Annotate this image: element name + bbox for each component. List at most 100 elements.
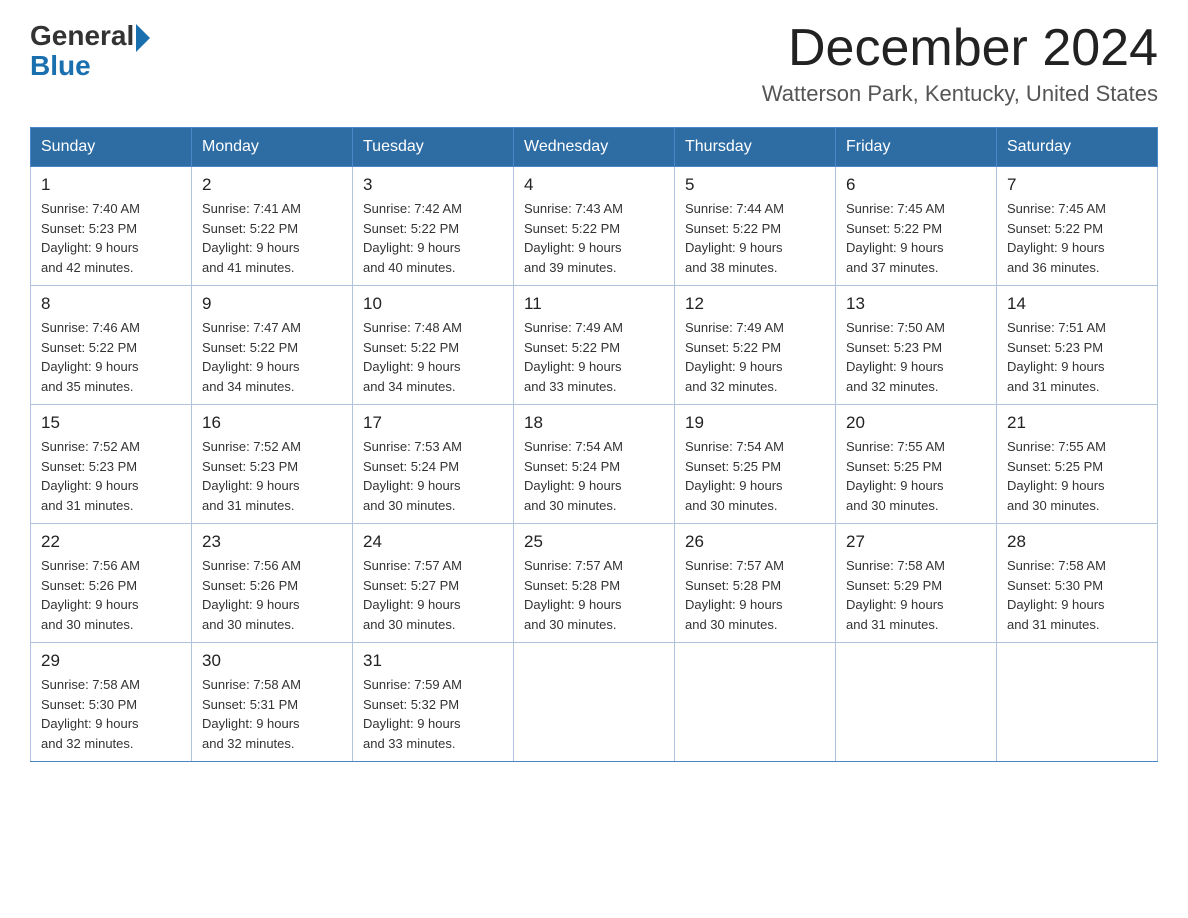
day-info: Sunrise: 7:45 AM Sunset: 5:22 PM Dayligh…: [846, 199, 986, 277]
day-info: Sunrise: 7:40 AM Sunset: 5:23 PM Dayligh…: [41, 199, 181, 277]
day-header-monday: Monday: [192, 128, 353, 167]
logo-general-text: General: [30, 20, 134, 52]
day-info: Sunrise: 7:58 AM Sunset: 5:31 PM Dayligh…: [202, 675, 342, 753]
calendar-cell: 17 Sunrise: 7:53 AM Sunset: 5:24 PM Dayl…: [353, 405, 514, 524]
week-row-1: 1 Sunrise: 7:40 AM Sunset: 5:23 PM Dayli…: [31, 167, 1158, 286]
logo-blue-text: Blue: [30, 50, 91, 82]
week-row-4: 22 Sunrise: 7:56 AM Sunset: 5:26 PM Dayl…: [31, 524, 1158, 643]
day-header-wednesday: Wednesday: [514, 128, 675, 167]
calendar-cell: 14 Sunrise: 7:51 AM Sunset: 5:23 PM Dayl…: [997, 286, 1158, 405]
day-number: 16: [202, 413, 342, 433]
day-info: Sunrise: 7:48 AM Sunset: 5:22 PM Dayligh…: [363, 318, 503, 396]
day-header-tuesday: Tuesday: [353, 128, 514, 167]
calendar-cell: 27 Sunrise: 7:58 AM Sunset: 5:29 PM Dayl…: [836, 524, 997, 643]
calendar-cell: 4 Sunrise: 7:43 AM Sunset: 5:22 PM Dayli…: [514, 167, 675, 286]
calendar-cell: 16 Sunrise: 7:52 AM Sunset: 5:23 PM Dayl…: [192, 405, 353, 524]
day-number: 28: [1007, 532, 1147, 552]
calendar-cell: 10 Sunrise: 7:48 AM Sunset: 5:22 PM Dayl…: [353, 286, 514, 405]
day-number: 21: [1007, 413, 1147, 433]
week-row-3: 15 Sunrise: 7:52 AM Sunset: 5:23 PM Dayl…: [31, 405, 1158, 524]
calendar-cell: 12 Sunrise: 7:49 AM Sunset: 5:22 PM Dayl…: [675, 286, 836, 405]
day-info: Sunrise: 7:58 AM Sunset: 5:30 PM Dayligh…: [1007, 556, 1147, 634]
day-number: 1: [41, 175, 181, 195]
week-row-5: 29 Sunrise: 7:58 AM Sunset: 5:30 PM Dayl…: [31, 643, 1158, 762]
day-number: 13: [846, 294, 986, 314]
day-number: 27: [846, 532, 986, 552]
day-info: Sunrise: 7:52 AM Sunset: 5:23 PM Dayligh…: [41, 437, 181, 515]
calendar-cell: [675, 643, 836, 762]
day-info: Sunrise: 7:55 AM Sunset: 5:25 PM Dayligh…: [846, 437, 986, 515]
day-number: 6: [846, 175, 986, 195]
location-title: Watterson Park, Kentucky, United States: [762, 81, 1158, 107]
month-title: December 2024: [762, 20, 1158, 77]
calendar-cell: 13 Sunrise: 7:50 AM Sunset: 5:23 PM Dayl…: [836, 286, 997, 405]
title-section: December 2024 Watterson Park, Kentucky, …: [762, 20, 1158, 107]
calendar-cell: [836, 643, 997, 762]
calendar-cell: 9 Sunrise: 7:47 AM Sunset: 5:22 PM Dayli…: [192, 286, 353, 405]
day-number: 14: [1007, 294, 1147, 314]
day-info: Sunrise: 7:52 AM Sunset: 5:23 PM Dayligh…: [202, 437, 342, 515]
day-info: Sunrise: 7:58 AM Sunset: 5:30 PM Dayligh…: [41, 675, 181, 753]
day-info: Sunrise: 7:47 AM Sunset: 5:22 PM Dayligh…: [202, 318, 342, 396]
calendar-cell: 21 Sunrise: 7:55 AM Sunset: 5:25 PM Dayl…: [997, 405, 1158, 524]
day-number: 30: [202, 651, 342, 671]
calendar-cell: 20 Sunrise: 7:55 AM Sunset: 5:25 PM Dayl…: [836, 405, 997, 524]
day-header-thursday: Thursday: [675, 128, 836, 167]
day-number: 8: [41, 294, 181, 314]
calendar-cell: 31 Sunrise: 7:59 AM Sunset: 5:32 PM Dayl…: [353, 643, 514, 762]
day-number: 23: [202, 532, 342, 552]
day-info: Sunrise: 7:54 AM Sunset: 5:25 PM Dayligh…: [685, 437, 825, 515]
calendar-cell: 23 Sunrise: 7:56 AM Sunset: 5:26 PM Dayl…: [192, 524, 353, 643]
day-number: 31: [363, 651, 503, 671]
day-info: Sunrise: 7:56 AM Sunset: 5:26 PM Dayligh…: [41, 556, 181, 634]
day-number: 20: [846, 413, 986, 433]
day-number: 26: [685, 532, 825, 552]
day-info: Sunrise: 7:57 AM Sunset: 5:28 PM Dayligh…: [685, 556, 825, 634]
day-number: 24: [363, 532, 503, 552]
day-info: Sunrise: 7:42 AM Sunset: 5:22 PM Dayligh…: [363, 199, 503, 277]
calendar-cell: 5 Sunrise: 7:44 AM Sunset: 5:22 PM Dayli…: [675, 167, 836, 286]
calendar-cell: 22 Sunrise: 7:56 AM Sunset: 5:26 PM Dayl…: [31, 524, 192, 643]
day-info: Sunrise: 7:57 AM Sunset: 5:28 PM Dayligh…: [524, 556, 664, 634]
calendar-cell: [997, 643, 1158, 762]
day-number: 17: [363, 413, 503, 433]
day-headers-row: SundayMondayTuesdayWednesdayThursdayFrid…: [31, 128, 1158, 167]
day-header-friday: Friday: [836, 128, 997, 167]
calendar-cell: 25 Sunrise: 7:57 AM Sunset: 5:28 PM Dayl…: [514, 524, 675, 643]
day-info: Sunrise: 7:58 AM Sunset: 5:29 PM Dayligh…: [846, 556, 986, 634]
day-info: Sunrise: 7:54 AM Sunset: 5:24 PM Dayligh…: [524, 437, 664, 515]
day-info: Sunrise: 7:51 AM Sunset: 5:23 PM Dayligh…: [1007, 318, 1147, 396]
day-number: 12: [685, 294, 825, 314]
calendar-cell: [514, 643, 675, 762]
calendar-cell: 7 Sunrise: 7:45 AM Sunset: 5:22 PM Dayli…: [997, 167, 1158, 286]
day-info: Sunrise: 7:49 AM Sunset: 5:22 PM Dayligh…: [524, 318, 664, 396]
calendar-cell: 29 Sunrise: 7:58 AM Sunset: 5:30 PM Dayl…: [31, 643, 192, 762]
calendar-cell: 11 Sunrise: 7:49 AM Sunset: 5:22 PM Dayl…: [514, 286, 675, 405]
day-info: Sunrise: 7:46 AM Sunset: 5:22 PM Dayligh…: [41, 318, 181, 396]
day-info: Sunrise: 7:50 AM Sunset: 5:23 PM Dayligh…: [846, 318, 986, 396]
day-info: Sunrise: 7:59 AM Sunset: 5:32 PM Dayligh…: [363, 675, 503, 753]
day-info: Sunrise: 7:57 AM Sunset: 5:27 PM Dayligh…: [363, 556, 503, 634]
day-info: Sunrise: 7:44 AM Sunset: 5:22 PM Dayligh…: [685, 199, 825, 277]
calendar-cell: 18 Sunrise: 7:54 AM Sunset: 5:24 PM Dayl…: [514, 405, 675, 524]
calendar-cell: 19 Sunrise: 7:54 AM Sunset: 5:25 PM Dayl…: [675, 405, 836, 524]
day-number: 25: [524, 532, 664, 552]
day-number: 5: [685, 175, 825, 195]
calendar-cell: 3 Sunrise: 7:42 AM Sunset: 5:22 PM Dayli…: [353, 167, 514, 286]
day-number: 4: [524, 175, 664, 195]
day-info: Sunrise: 7:41 AM Sunset: 5:22 PM Dayligh…: [202, 199, 342, 277]
calendar-cell: 8 Sunrise: 7:46 AM Sunset: 5:22 PM Dayli…: [31, 286, 192, 405]
day-number: 22: [41, 532, 181, 552]
day-info: Sunrise: 7:56 AM Sunset: 5:26 PM Dayligh…: [202, 556, 342, 634]
day-header-sunday: Sunday: [31, 128, 192, 167]
calendar-cell: 26 Sunrise: 7:57 AM Sunset: 5:28 PM Dayl…: [675, 524, 836, 643]
day-number: 9: [202, 294, 342, 314]
day-number: 11: [524, 294, 664, 314]
day-number: 15: [41, 413, 181, 433]
calendar-cell: 15 Sunrise: 7:52 AM Sunset: 5:23 PM Dayl…: [31, 405, 192, 524]
logo: General Blue: [30, 20, 150, 82]
day-info: Sunrise: 7:45 AM Sunset: 5:22 PM Dayligh…: [1007, 199, 1147, 277]
day-info: Sunrise: 7:43 AM Sunset: 5:22 PM Dayligh…: [524, 199, 664, 277]
day-number: 10: [363, 294, 503, 314]
day-number: 18: [524, 413, 664, 433]
